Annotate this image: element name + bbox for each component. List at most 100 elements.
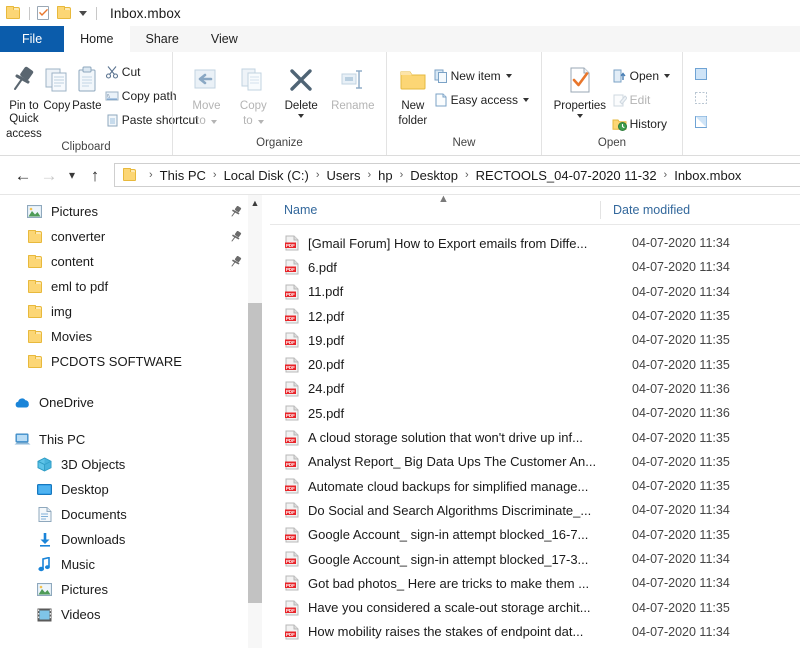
column-header-name[interactable]: Name	[270, 203, 600, 217]
crumb-this-pc[interactable]: This PC	[160, 168, 206, 183]
back-button[interactable]: ←	[10, 162, 36, 188]
sidebar-item-downloads[interactable]: Downloads	[0, 527, 270, 552]
table-row[interactable]: PDF Mobile device management for health.…	[270, 644, 800, 648]
table-row[interactable]: PDF 25.pdf 04-07-2020 11:36	[270, 401, 800, 425]
crumb-hp[interactable]: hp	[378, 168, 392, 183]
new-folder-button[interactable]: New folder	[395, 58, 431, 128]
table-row[interactable]: PDF 19.pdf 04-07-2020 11:35	[270, 328, 800, 352]
sidebar-item-pictures-qa[interactable]: Pictures	[0, 199, 270, 224]
sidebar-item-pictures[interactable]: Pictures	[0, 577, 270, 602]
desktop-icon	[36, 482, 53, 498]
up-button[interactable]: ↑	[82, 162, 108, 188]
pin-to-quick-access-button[interactable]: Pin to Quick access	[6, 58, 42, 141]
table-row[interactable]: PDF [Gmail Forum] How to Export emails f…	[270, 231, 800, 255]
table-row[interactable]: PDF 11.pdf 04-07-2020 11:34	[270, 280, 800, 304]
copy-button[interactable]: Copy	[42, 58, 72, 113]
customize-qat-caret-icon[interactable]	[79, 10, 87, 16]
organize-group-label: Organize	[256, 137, 303, 149]
sidebar-item-converter[interactable]: converter	[0, 224, 270, 249]
tab-file[interactable]: File	[0, 26, 65, 52]
crumb-sep-3: ›	[367, 169, 372, 181]
move-to-button[interactable]: Move to	[183, 58, 230, 128]
pin-icon[interactable]	[230, 205, 242, 217]
table-row[interactable]: PDF Got bad photos_ Here are tricks to m…	[270, 571, 800, 595]
sidebar-item-img[interactable]: img	[0, 299, 270, 324]
pin-icon[interactable]	[230, 255, 242, 267]
file-name: 20.pdf	[308, 357, 345, 373]
file-date: 04-07-2020 11:34	[632, 624, 730, 639]
file-name: Analyst Report_ Big Data Ups The Custome…	[308, 454, 597, 470]
select-all-button[interactable]	[691, 62, 717, 86]
crumb-local-disk[interactable]: Local Disk (C:)	[224, 168, 309, 183]
qat-properties-icon[interactable]	[35, 5, 51, 21]
invert-selection-button[interactable]	[691, 110, 717, 134]
copy-to-button[interactable]: Copy to	[230, 58, 277, 128]
qat-folder-icon-2[interactable]	[57, 5, 73, 21]
table-row[interactable]: PDF 24.pdf 04-07-2020 11:36	[270, 377, 800, 401]
crumb-inbox-mbox[interactable]: Inbox.mbox	[674, 168, 741, 183]
forward-button[interactable]: →	[36, 162, 62, 188]
navigation-scrollbar[interactable]: ▲	[248, 195, 262, 648]
crumb-sep-6: ›	[663, 169, 668, 181]
recent-locations-button[interactable]: ▾	[62, 162, 82, 188]
qat-folder-icon-1[interactable]	[6, 5, 22, 21]
scrollbar-thumb[interactable]	[248, 303, 262, 603]
history-button[interactable]: History	[610, 112, 676, 136]
copy-to-icon	[238, 62, 268, 98]
easy-access-button[interactable]: Easy access	[431, 88, 535, 112]
select-small-buttons	[691, 58, 717, 134]
scroll-up-icon[interactable]: ▲	[248, 195, 262, 211]
table-row[interactable]: PDF Google Account_ sign-in attempt bloc…	[270, 523, 800, 547]
table-row[interactable]: PDF How mobility raises the stakes of en…	[270, 620, 800, 644]
rename-button[interactable]: Rename	[326, 58, 380, 113]
crumb-users[interactable]: Users	[327, 168, 361, 183]
sidebar-item-videos[interactable]: Videos	[0, 602, 270, 627]
downloads-icon	[36, 532, 53, 548]
sidebar-item-eml-to-pdf[interactable]: eml to pdf	[0, 274, 270, 299]
table-row[interactable]: PDF 20.pdf 04-07-2020 11:35	[270, 352, 800, 376]
table-row[interactable]: PDF Do Social and Search Algorithms Disc…	[270, 498, 800, 522]
properties-caret-icon[interactable]	[576, 114, 583, 118]
sidebar-item-movies[interactable]: Movies	[0, 324, 270, 349]
sidebar-item-music[interactable]: Music	[0, 552, 270, 577]
delete-caret-icon[interactable]	[298, 114, 305, 118]
crumb-desktop[interactable]: Desktop	[410, 168, 458, 183]
edit-button[interactable]: Edit	[610, 88, 676, 112]
pdf-icon: PDF	[284, 600, 300, 616]
tab-home[interactable]: Home	[64, 26, 130, 52]
table-row[interactable]: PDF Have you considered a scale-out stor…	[270, 595, 800, 619]
pdf-icon: PDF	[284, 430, 300, 446]
sidebar-item-3d-objects[interactable]: 3D Objects	[0, 452, 270, 477]
table-row[interactable]: PDF Analyst Report_ Big Data Ups The Cus…	[270, 450, 800, 474]
copy-to-caret-icon[interactable]	[257, 119, 264, 124]
sidebar-item-desktop[interactable]: Desktop	[0, 477, 270, 502]
table-row[interactable]: PDF Google Account_ sign-in attempt bloc…	[270, 547, 800, 571]
crumb-rectools[interactable]: RECTOOLS_04-07-2020 11-32	[476, 168, 657, 183]
new-item-caret-icon[interactable]	[505, 74, 512, 78]
table-row[interactable]: PDF 12.pdf 04-07-2020 11:35	[270, 304, 800, 328]
sidebar-item-onedrive[interactable]: OneDrive	[0, 390, 270, 415]
sidebar-item-this-pc[interactable]: This PC	[0, 427, 270, 452]
pictures-icon	[26, 204, 43, 220]
move-to-caret-icon[interactable]	[210, 119, 217, 124]
select-none-button[interactable]	[691, 86, 717, 110]
sidebar-item-documents[interactable]: Documents	[0, 502, 270, 527]
table-row[interactable]: PDF Automate cloud backups for simplifie…	[270, 474, 800, 498]
breadcrumb[interactable]: › This PC › Local Disk (C:) › Users › hp…	[114, 163, 800, 187]
new-item-button[interactable]: New item	[431, 64, 535, 88]
tab-view[interactable]: View	[194, 26, 254, 52]
open-button[interactable]: Open	[610, 64, 676, 88]
open-caret-icon[interactable]	[664, 74, 670, 78]
file-date: 04-07-2020 11:34	[632, 503, 730, 518]
column-header-date-modified[interactable]: Date modified	[600, 200, 690, 219]
easy-access-caret-icon[interactable]	[523, 98, 529, 102]
table-row[interactable]: PDF A cloud storage solution that won't …	[270, 425, 800, 449]
delete-button[interactable]: Delete	[277, 58, 326, 118]
pin-icon[interactable]	[230, 230, 242, 242]
tab-share[interactable]: Share	[129, 26, 195, 52]
sidebar-item-content[interactable]: content	[0, 249, 270, 274]
table-row[interactable]: PDF 6.pdf 04-07-2020 11:34	[270, 255, 800, 279]
sidebar-item-pcdots-software[interactable]: PCDOTS SOFTWARE	[0, 349, 270, 374]
paste-button[interactable]: Paste	[72, 58, 102, 113]
properties-button[interactable]: Properties	[550, 58, 610, 118]
